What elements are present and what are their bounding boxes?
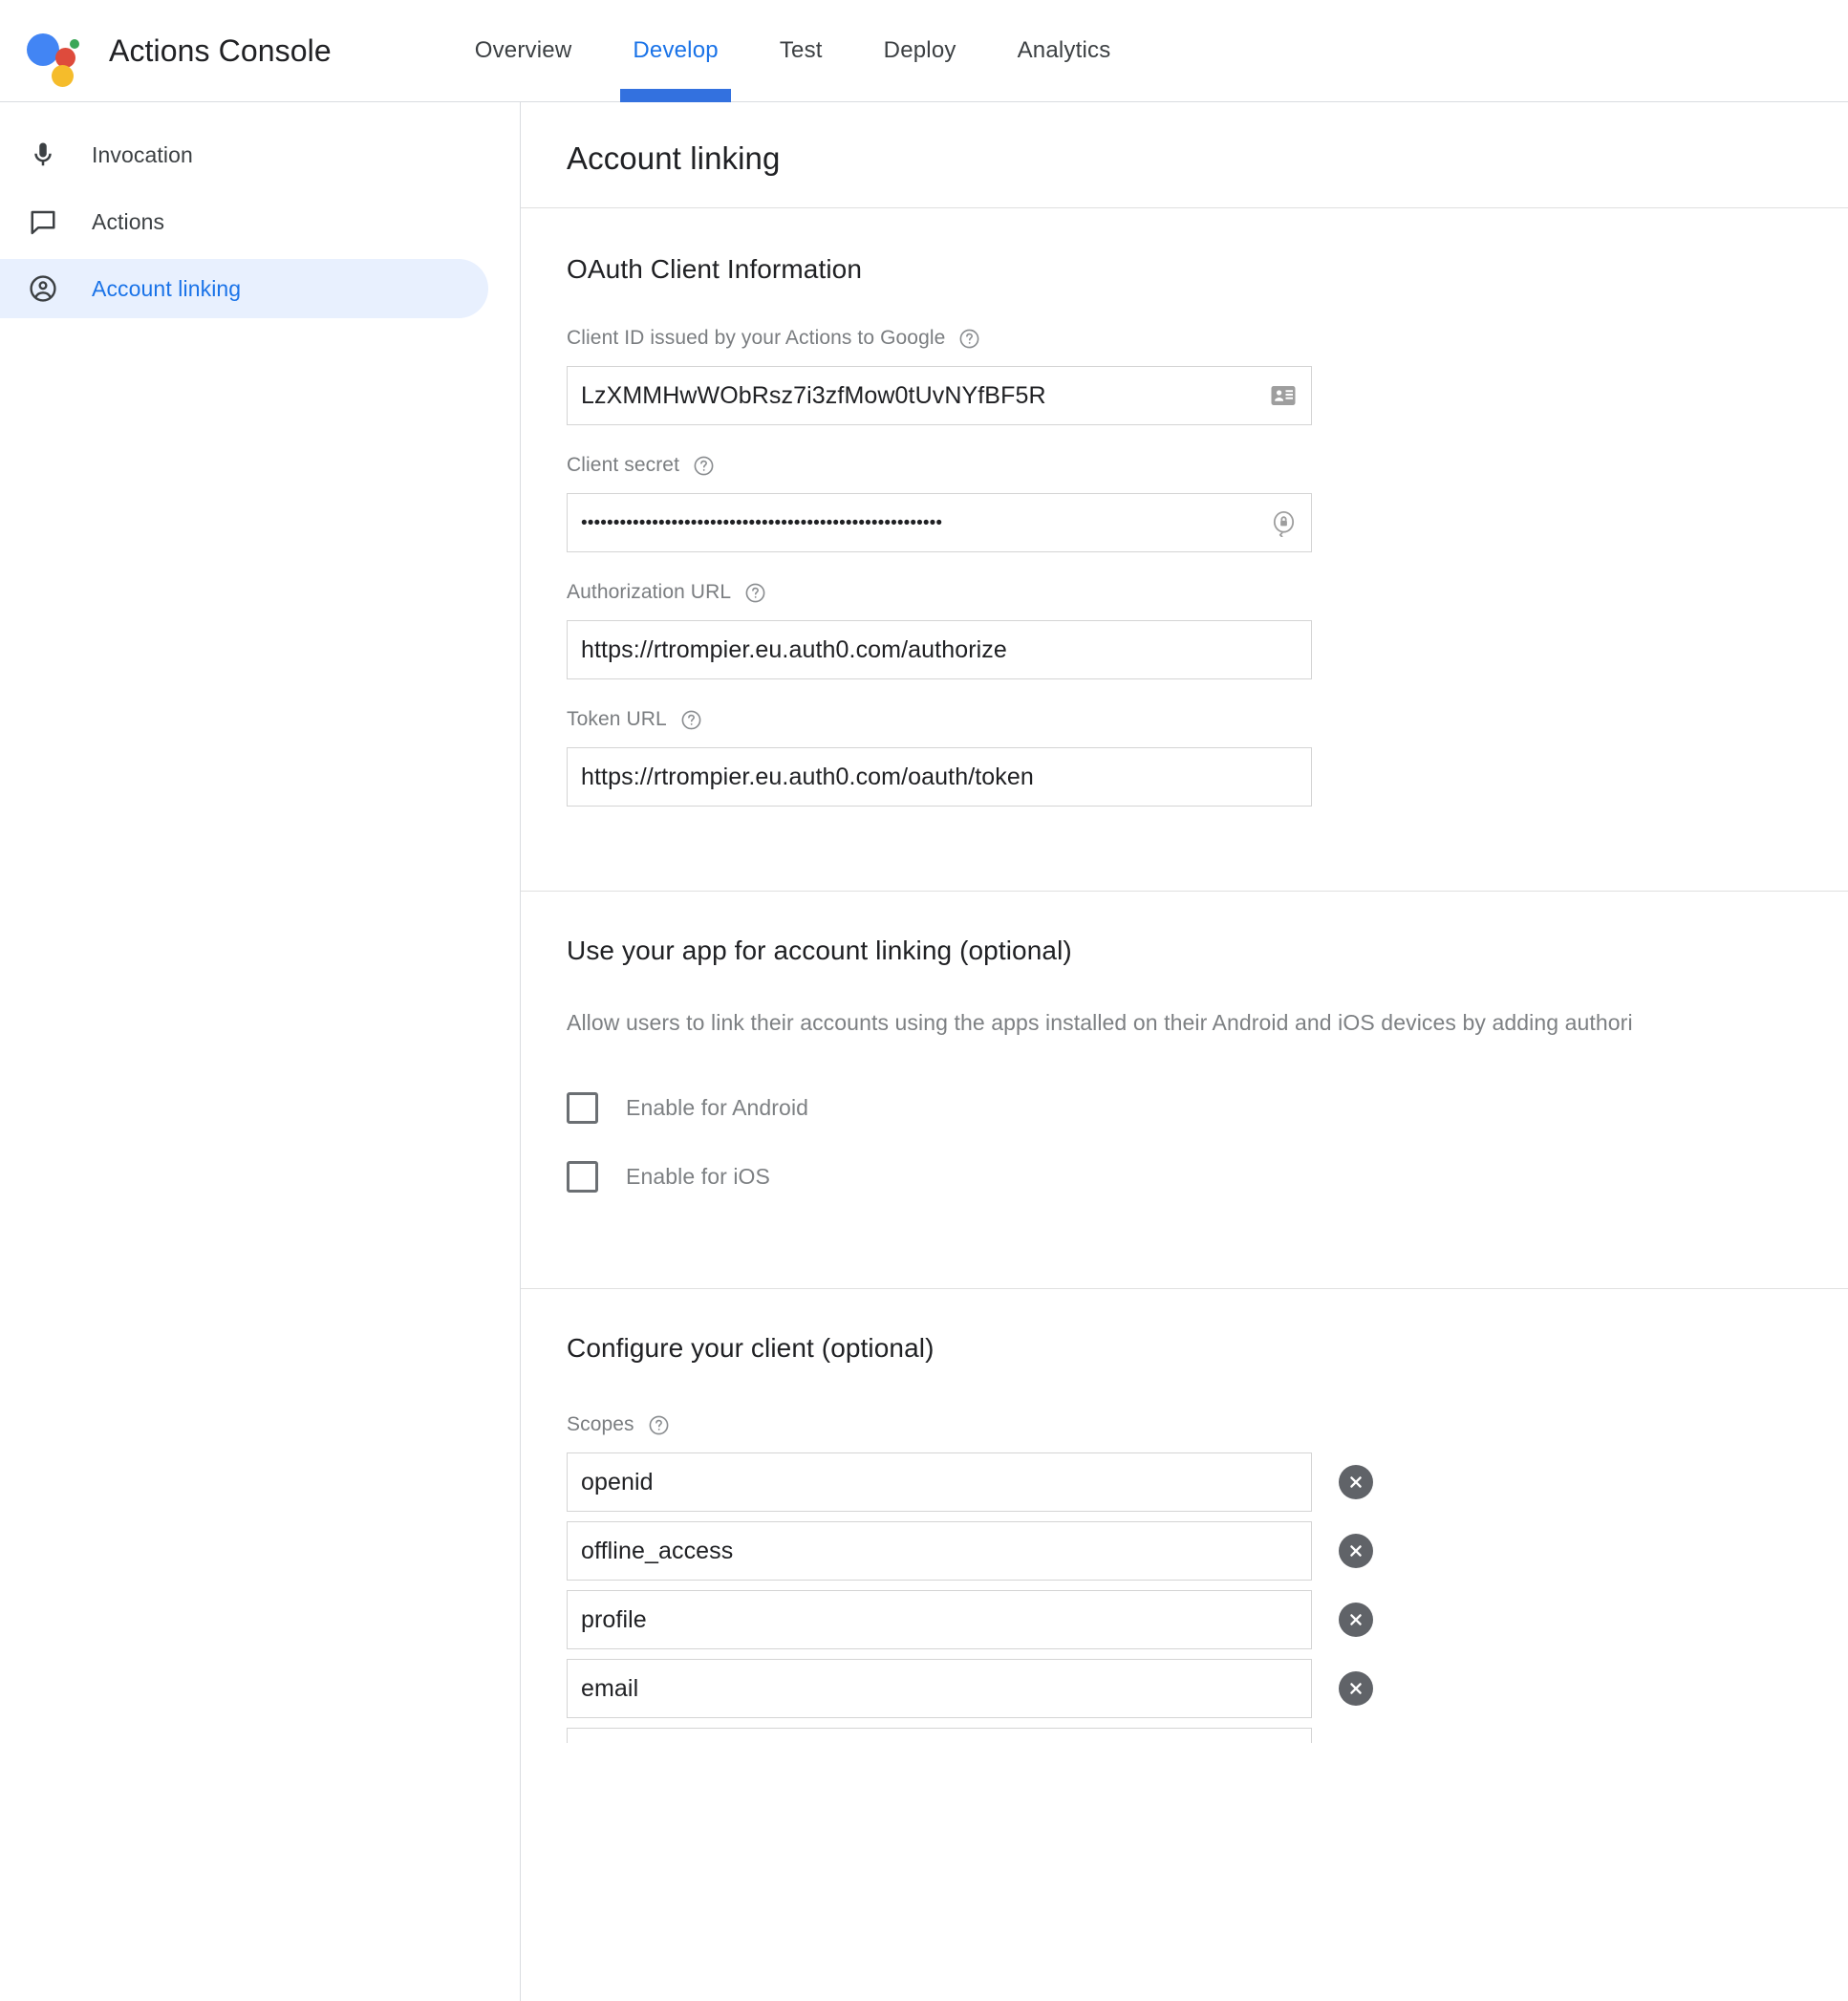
field-authorization-url: Authorization URL https://rtrompier.eu.a…	[567, 581, 1848, 679]
scope-input[interactable]: openid	[567, 1452, 1312, 1512]
help-circle-icon[interactable]	[648, 1414, 670, 1436]
sidebar-item-account-linking[interactable]: Account linking	[0, 259, 488, 318]
token-url-label: Token URL	[567, 708, 667, 730]
account-circle-icon	[27, 272, 59, 305]
section-title: Configure your client (optional)	[567, 1333, 935, 1363]
tab-analytics[interactable]: Analytics	[987, 0, 1142, 102]
sidebar-item-label: Actions	[92, 208, 165, 234]
checkbox-enable-for-android[interactable]: Enable for Android	[567, 1082, 1848, 1133]
sidebar-item-label: Invocation	[92, 141, 193, 167]
section-oauth-client-information: OAuth Client Information Client ID issue…	[521, 207, 1848, 891]
token-url-label-row: Token URL	[567, 708, 1848, 731]
scope-row: profile	[567, 1590, 1848, 1649]
scope-input[interactable]: offline_access	[567, 1521, 1312, 1581]
client-secret-input[interactable]: ••••••••••••••••••••••••••••••••••••••••…	[567, 493, 1312, 552]
tab-overview[interactable]: Overview	[444, 0, 603, 102]
token-url-value: https://rtrompier.eu.auth0.com/oauth/tok…	[581, 763, 1034, 790]
client-secret-label-row: Client secret	[567, 454, 1848, 477]
client-secret-value: ••••••••••••••••••••••••••••••••••••••••…	[581, 513, 943, 532]
microphone-icon	[27, 139, 59, 171]
app-header: Actions Console Overview Develop Test De…	[0, 0, 1848, 102]
scopes-label: Scopes	[567, 1413, 634, 1435]
authorization-url-label-row: Authorization URL	[567, 581, 1848, 604]
client-secret-label: Client secret	[567, 454, 680, 476]
field-token-url: Token URL https://rtrompier.eu.auth0.com…	[567, 708, 1848, 807]
scopes-label-row: Scopes	[567, 1413, 1848, 1436]
field-client-secret: Client secret ••••••••••••••••••••••••••…	[567, 454, 1848, 552]
authorization-url-input[interactable]: https://rtrompier.eu.auth0.com/authorize	[567, 620, 1312, 679]
tab-deploy[interactable]: Deploy	[853, 0, 987, 102]
sidebar: Invocation Actions Account linking	[0, 102, 521, 2001]
tab-test[interactable]: Test	[749, 0, 853, 102]
scope-input[interactable]: profile	[567, 1590, 1312, 1649]
checkbox-label: Enable for iOS	[626, 1163, 770, 1189]
scope-row: openid	[567, 1452, 1848, 1512]
scope-input[interactable]: email	[567, 1659, 1312, 1718]
lock-reset-icon[interactable]	[1270, 509, 1298, 537]
chat-bubble-icon	[27, 205, 59, 238]
section-title: Use your app for account linking (option…	[567, 936, 1072, 965]
app-title: Actions Console	[109, 32, 332, 68]
help-circle-icon[interactable]	[958, 328, 980, 350]
section-configure-client: Configure your client (optional) Scopes …	[521, 1288, 1848, 1743]
checkbox-enable-for-ios[interactable]: Enable for iOS	[567, 1151, 1848, 1202]
token-url-input[interactable]: https://rtrompier.eu.auth0.com/oauth/tok…	[567, 747, 1312, 807]
close-circle-icon[interactable]	[1339, 1534, 1373, 1568]
checkbox-box[interactable]	[567, 1091, 598, 1124]
sidebar-item-actions[interactable]: Actions	[0, 192, 488, 251]
client-id-label: Client ID issued by your Actions to Goog…	[567, 327, 946, 349]
brand: Actions Console	[0, 24, 332, 87]
sidebar-item-label: Account linking	[92, 275, 242, 301]
close-circle-icon[interactable]	[1339, 1603, 1373, 1637]
google-assistant-logo-icon	[25, 24, 79, 87]
client-id-label-row: Client ID issued by your Actions to Goog…	[567, 327, 1848, 350]
close-circle-icon[interactable]	[1339, 1465, 1373, 1499]
page-title: Account linking	[567, 140, 781, 176]
main-nav: Overview Develop Test Deploy Analytics	[444, 0, 1142, 102]
help-circle-icon[interactable]	[680, 709, 702, 731]
help-circle-icon[interactable]	[744, 582, 766, 604]
section-title: OAuth Client Information	[567, 254, 862, 284]
checkbox-label: Enable for Android	[626, 1094, 809, 1120]
authorization-url-value: https://rtrompier.eu.auth0.com/authorize	[581, 635, 1007, 663]
client-id-input[interactable]: LzXMMHwWObRsz7i3zfMow0tUvNYfBF5R	[567, 366, 1312, 425]
section-app-account-linking: Use your app for account linking (option…	[521, 891, 1848, 1288]
contact-card-icon[interactable]	[1269, 381, 1298, 410]
field-client-id: Client ID issued by your Actions to Goog…	[567, 327, 1848, 425]
scope-row: offline_access	[567, 1521, 1848, 1581]
checkbox-box[interactable]	[567, 1160, 598, 1193]
client-id-value: LzXMMHwWObRsz7i3zfMow0tUvNYfBF5R	[581, 381, 1046, 409]
tab-develop[interactable]: Develop	[602, 0, 748, 102]
authorization-url-label: Authorization URL	[567, 581, 732, 603]
app-linking-description: Allow users to link their accounts using…	[567, 1010, 1633, 1035]
sidebar-item-invocation[interactable]: Invocation	[0, 125, 488, 184]
help-circle-icon[interactable]	[693, 455, 715, 477]
close-circle-icon[interactable]	[1339, 1671, 1373, 1706]
scope-row: email	[567, 1659, 1848, 1718]
main-content: Account linking OAuth Client Information…	[521, 102, 1848, 2001]
scope-input-next-partial[interactable]	[567, 1728, 1312, 1743]
